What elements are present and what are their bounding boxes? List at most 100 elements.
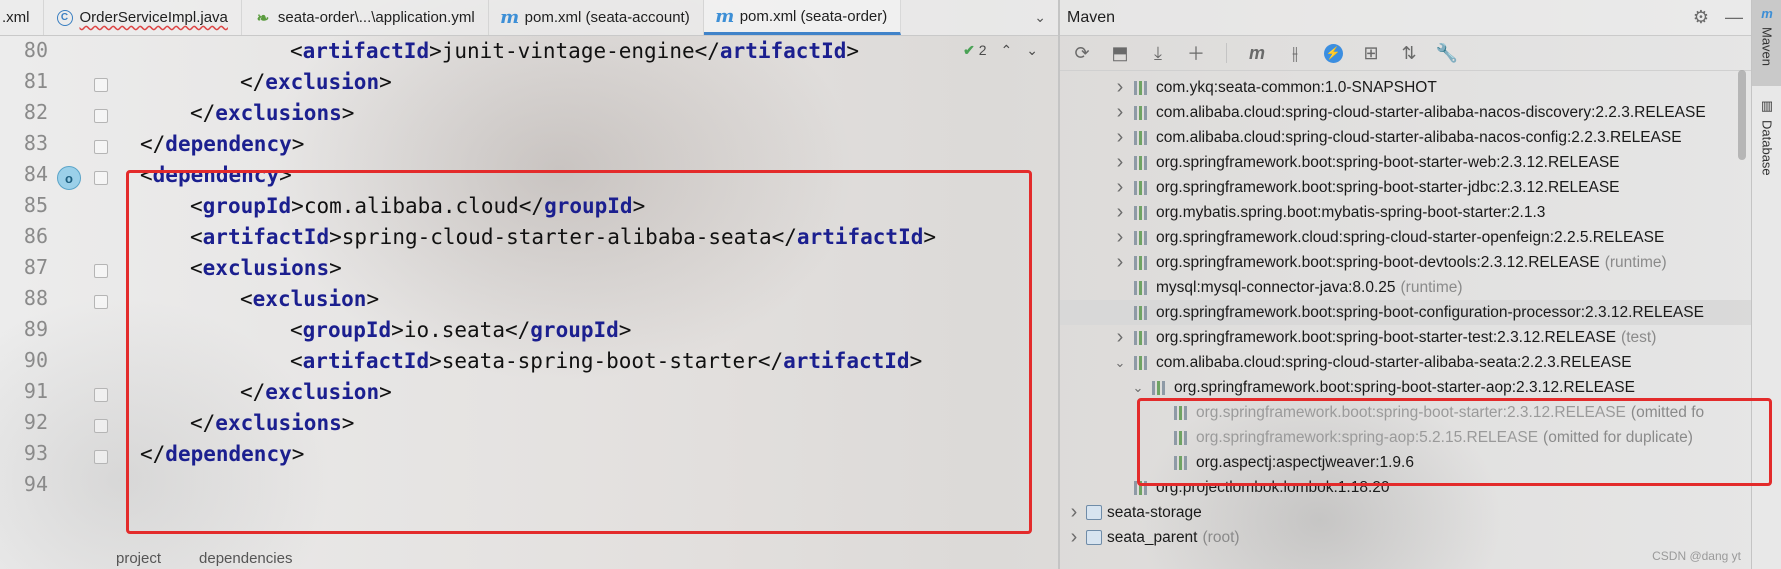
dependency-node[interactable]: mysql:mysql-connector-java:8.0.25 (runtim… [1060, 275, 1751, 300]
dependency-gutter-icon[interactable]: o [57, 166, 81, 190]
highlight-box-aop-dependencies [1137, 398, 1772, 486]
dependency-label: mysql:mysql-connector-java:8.0.25 [1156, 278, 1396, 296]
library-icon [1134, 330, 1150, 345]
line-number[interactable]: 90 [12, 348, 48, 372]
line-number[interactable]: 89 [12, 317, 48, 341]
editor-tab[interactable]: ❧ seata-order\...\application.yml [242, 0, 489, 35]
reload-icon[interactable]: ⟳ [1068, 39, 1096, 67]
line-number[interactable]: 82 [12, 100, 48, 124]
fold-marker-icon[interactable] [94, 419, 108, 433]
xml-tag-name: artifactId [719, 39, 847, 63]
expand-chevron-down-icon[interactable]: ⌄ [1112, 355, 1128, 371]
maven-toolbar: ⟳ ⬒ ⤓ ＋ m ⫲ ⚡ ⊞ ⇅ 🔧 [1060, 36, 1751, 71]
xml-tag-name: exclusions [215, 101, 342, 125]
tag-bracket: > [341, 101, 355, 125]
settings-gear-icon[interactable]: ⚙ [1693, 7, 1709, 28]
dependency-node[interactable]: › org.springframework.boot:spring-boot-de… [1060, 250, 1751, 275]
line-number[interactable]: 88 [12, 286, 48, 310]
xml-text-value: junit-vintage-engine [441, 39, 695, 63]
line-number[interactable]: 93 [12, 441, 48, 465]
fold-marker-icon[interactable] [94, 450, 108, 464]
dependency-node[interactable]: › org.springframework.cloud:spring-cloud-… [1060, 225, 1751, 250]
fold-marker-icon[interactable] [94, 295, 108, 309]
maven-file-icon: m [715, 5, 735, 27]
line-number[interactable]: 85 [12, 193, 48, 217]
collapse-all-icon[interactable]: ⇅ [1395, 39, 1423, 67]
editor-tab[interactable]: .xml [0, 0, 44, 35]
editor-tab-label: .xml [2, 9, 30, 26]
breadcrumb-item-project[interactable]: project [116, 550, 161, 567]
line-number[interactable]: 81 [12, 69, 48, 93]
line-number[interactable]: 86 [12, 224, 48, 248]
expand-chevron-right-icon[interactable]: › [1112, 101, 1128, 124]
line-number[interactable]: 80 [12, 38, 48, 62]
expand-chevron-right-icon[interactable]: › [1066, 501, 1082, 524]
show-dependencies-icon[interactable]: ⊞ [1357, 39, 1385, 67]
library-icon [1134, 355, 1150, 370]
dependency-node[interactable]: › org.springframework.boot:spring-boot-st… [1060, 325, 1751, 350]
expand-chevron-down-icon[interactable]: ⌄ [1130, 380, 1146, 396]
toggle-offline-icon[interactable]: ⫲ [1281, 39, 1309, 67]
maven-scrollbar-thumb[interactable] [1738, 70, 1746, 160]
line-number[interactable]: 94 [12, 472, 48, 496]
generate-sources-icon[interactable]: ⬒ [1106, 39, 1134, 67]
fold-marker-icon[interactable] [94, 388, 108, 402]
expand-chevron-right-icon[interactable]: › [1112, 326, 1128, 349]
expand-chevron-right-icon[interactable]: › [1112, 151, 1128, 174]
dependency-node[interactable]: › com.ykq:seata-common:1.0-SNAPSHOT [1060, 75, 1751, 100]
dependency-node[interactable]: org.springframework.boot:spring-boot-con… [1060, 300, 1751, 325]
maven-module-node[interactable]: › seata_parent (root) [1060, 525, 1751, 550]
editor-tab[interactable]: C OrderServiceImpl.java [44, 0, 242, 35]
expand-chevron-right-icon[interactable]: › [1112, 126, 1128, 149]
code-line[interactable]: </exclusions> [190, 96, 354, 131]
dependency-node[interactable]: › com.alibaba.cloud:spring-cloud-starter-… [1060, 125, 1751, 150]
dependency-node[interactable]: ⌄ org.springframework.boot:spring-boot-st… [1060, 375, 1751, 400]
side-tab-database[interactable]: ▥ Database [1752, 92, 1781, 192]
expand-chevron-right-icon[interactable]: › [1066, 526, 1082, 549]
expand-chevron-right-icon[interactable]: › [1112, 76, 1128, 99]
tab-overflow-chevron-icon[interactable]: ⌄ [1022, 0, 1058, 35]
maven-settings-wrench-icon[interactable]: 🔧 [1433, 39, 1461, 67]
code-line[interactable]: <artifactId>junit-vintage-engine</artifa… [290, 34, 859, 69]
line-number[interactable]: 83 [12, 131, 48, 155]
expand-chevron-right-icon[interactable]: › [1112, 201, 1128, 224]
minimize-icon[interactable]: — [1725, 7, 1743, 28]
expand-chevron-right-icon[interactable]: › [1112, 251, 1128, 274]
dependency-scope-note: (test) [1621, 328, 1657, 346]
fold-marker-icon[interactable] [94, 264, 108, 278]
code-line[interactable]: </exclusion> [240, 65, 392, 100]
breadcrumb-item-dependencies[interactable]: dependencies [199, 550, 292, 567]
dependency-node[interactable]: › org.mybatis.spring.boot:mybatis-spring-… [1060, 200, 1751, 225]
dependency-label: com.ykq:seata-common:1.0-SNAPSHOT [1156, 78, 1437, 96]
skip-tests-icon[interactable]: ⚡ [1319, 39, 1347, 67]
line-number[interactable]: 91 [12, 379, 48, 403]
expand-chevron-right-icon[interactable]: › [1112, 176, 1128, 199]
fold-marker-icon[interactable] [94, 109, 108, 123]
tag-bracket: </ [694, 39, 720, 63]
dependency-node[interactable]: › org.springframework.boot:spring-boot-st… [1060, 175, 1751, 200]
code-line[interactable]: </dependency> [140, 127, 304, 162]
editor-tab[interactable]: m pom.xml (seata-account) [489, 0, 704, 35]
line-number[interactable]: 92 [12, 410, 48, 434]
fold-marker-icon[interactable] [94, 140, 108, 154]
dependency-node[interactable]: › com.alibaba.cloud:spring-cloud-starter-… [1060, 100, 1751, 125]
dependency-scope-note: (runtime) [1604, 253, 1667, 271]
maven-module-node[interactable]: › seata-storage [1060, 500, 1751, 525]
fold-marker-icon[interactable] [94, 78, 108, 92]
panel-splitter[interactable] [1058, 0, 1060, 569]
editor-tab[interactable]: m pom.xml (seata-order) [703, 0, 902, 35]
add-maven-project-icon[interactable]: ＋ [1182, 39, 1210, 67]
maven-module-icon [1086, 505, 1102, 520]
dependency-label: seata-storage [1107, 503, 1202, 521]
line-number[interactable]: 84 [12, 162, 48, 186]
execute-goal-icon[interactable]: m [1243, 39, 1271, 67]
line-number[interactable]: 87 [12, 255, 48, 279]
editor-tab-label: seata-order\...\application.yml [277, 9, 475, 26]
fold-marker-icon[interactable] [94, 171, 108, 185]
dependency-node[interactable]: ⌄ com.alibaba.cloud:spring-cloud-starter-… [1060, 350, 1751, 375]
side-tab-maven[interactable]: m Maven [1752, 0, 1781, 86]
dependency-scope-note: (runtime) [1400, 278, 1463, 296]
expand-chevron-right-icon[interactable]: › [1112, 226, 1128, 249]
download-icon[interactable]: ⤓ [1144, 39, 1172, 67]
dependency-node[interactable]: › org.springframework.boot:spring-boot-st… [1060, 150, 1751, 175]
